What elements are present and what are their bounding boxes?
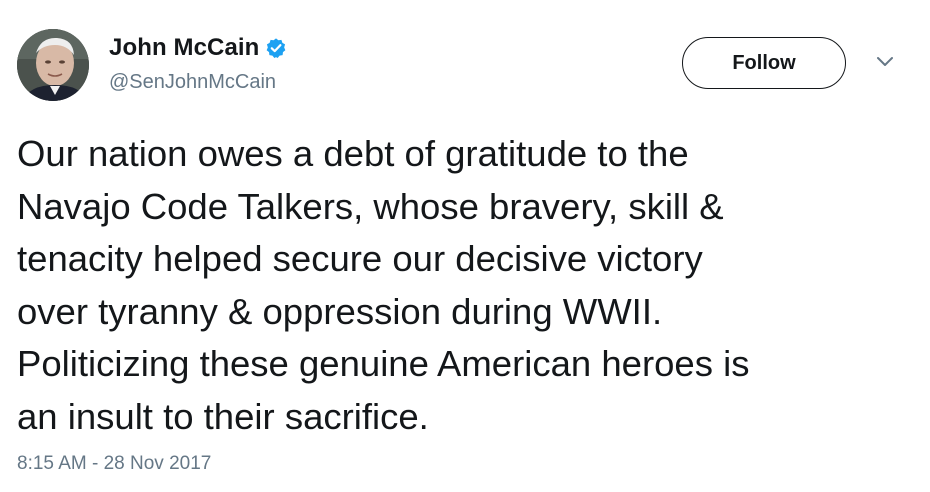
avatar[interactable]: [17, 29, 89, 101]
tweet-text: Our nation owes a debt of gratitude to t…: [17, 133, 750, 437]
tweet-timestamp[interactable]: 8:15 AM - 28 Nov 2017: [17, 453, 211, 475]
display-name[interactable]: John McCain: [109, 34, 259, 62]
user-names: John McCain @SenJohnMcCain: [109, 32, 287, 94]
tweet-card: John McCain @SenJohnMcCain Follow Our na…: [0, 0, 930, 492]
avatar-image: [17, 29, 89, 101]
chevron-down-icon[interactable]: [874, 55, 896, 69]
follow-button[interactable]: Follow: [682, 37, 846, 89]
verified-badge-icon: [265, 37, 287, 59]
display-name-row: John McCain: [109, 32, 287, 64]
user-handle[interactable]: @SenJohnMcCain: [109, 71, 287, 94]
